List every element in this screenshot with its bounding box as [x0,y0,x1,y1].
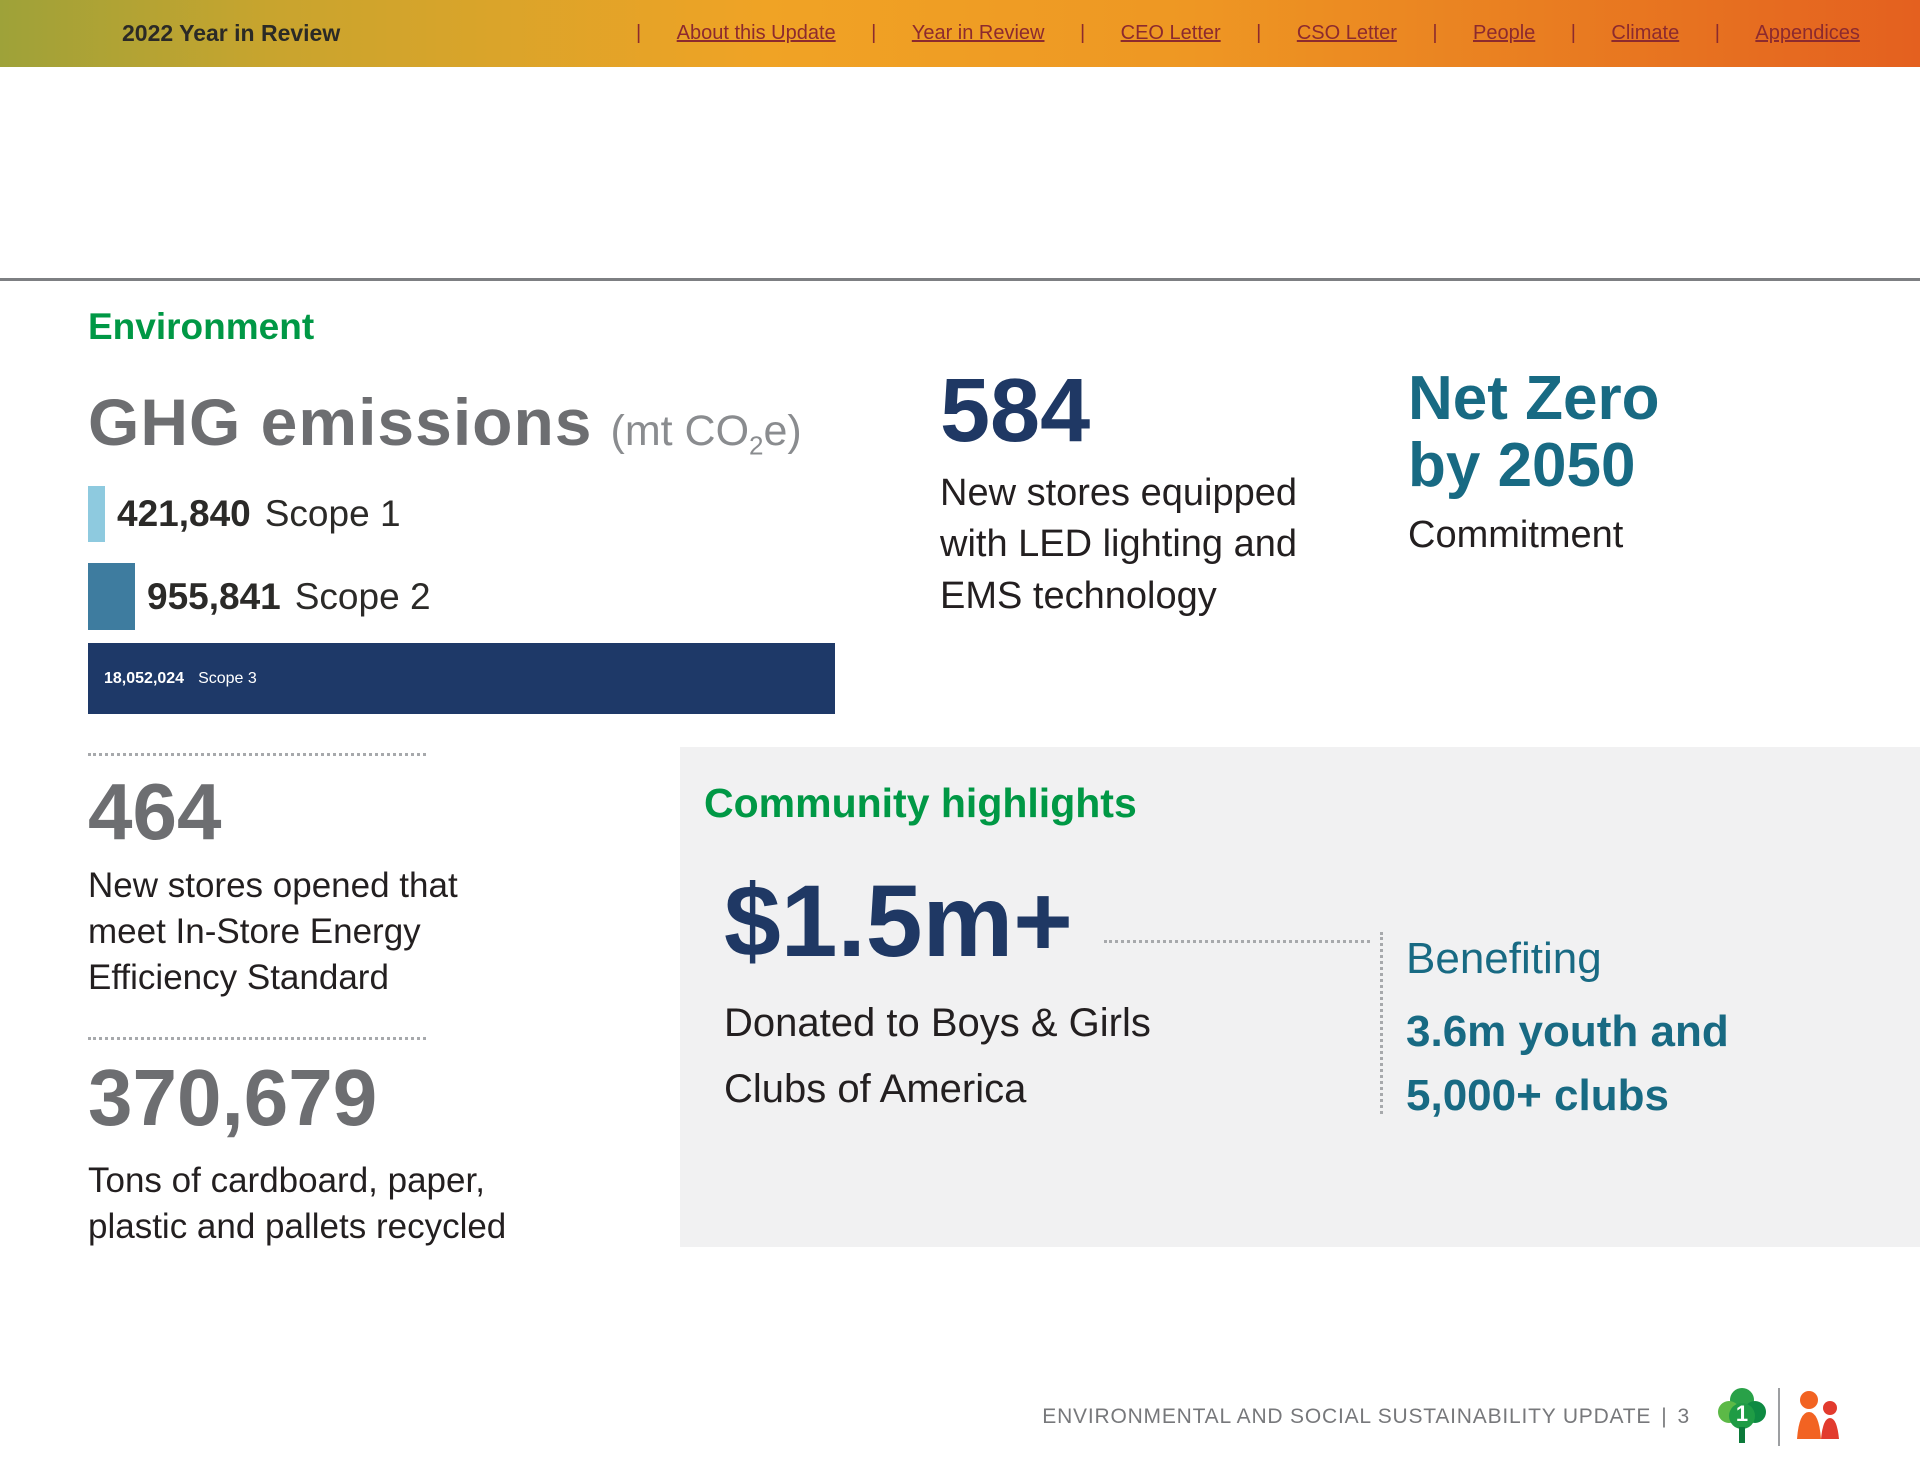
dotted-vertical-divider [1380,932,1383,1114]
footer-separator: | [1661,1405,1667,1428]
stat-led-stores-desc: New stores equipped with LED lighting an… [940,468,1297,622]
stat-recycled-tons-value: 370,679 [88,1058,377,1138]
stat-new-stores-value: 464 [88,772,221,852]
nav-separator: | [871,22,876,45]
nav-separator: | [1080,22,1085,45]
donation-desc: Donated to Boys & Girls Clubs of America [724,990,1151,1123]
nav-link-cso-letter[interactable]: CSO Letter [1297,22,1397,45]
scope-2-category: Scope 2 [295,576,431,617]
logo-divider [1778,1388,1780,1446]
nav-separator: | [1432,22,1437,45]
top-nav-bar: 2022 Year in Review | About this Update … [0,0,1920,67]
nav-link-ceo-letter[interactable]: CEO Letter [1121,22,1221,45]
stat-new-stores-desc: New stores opened that meet In-Store Ene… [88,863,458,1001]
scope-1-bar [88,486,105,542]
report-page: 2022 Year in Review | About this Update … [0,0,1920,1474]
net-zero-title: Net Zero by 2050 [1408,366,1659,500]
ghg-bar-row-scope-2: 955,841 Scope 2 [88,563,431,630]
net-zero-subtitle: Commitment [1408,514,1623,557]
nav-separator: | [1256,22,1261,45]
ghg-unit: (mt CO2e) [611,407,802,455]
scope-2-value: 955,841 [147,576,281,617]
ghg-emissions-heading: GHG emissions [88,385,593,459]
benefiting-label: Benefiting [1406,934,1602,984]
nav-link-climate[interactable]: Climate [1611,22,1679,45]
nav-separator: | [1715,22,1720,45]
nav-link-about-this-update[interactable]: About this Update [677,22,836,45]
ghg-emissions-title: GHG emissions (mt CO2e) [88,384,802,462]
dotted-divider [88,753,426,756]
nav-separator: | [636,22,641,45]
scope-3-category: Scope 3 [198,670,257,688]
dotted-connector [1104,940,1370,943]
footer-report-name: ENVIRONMENTAL AND SOCIAL SUSTAINABILITY … [1042,1405,1651,1428]
report-title: 2022 Year in Review [122,0,340,67]
donation-amount: $1.5m+ [724,870,1073,972]
scope-1-value: 421,840 [117,493,251,534]
nav-separator: | [1571,22,1576,45]
header-divider [0,278,1920,281]
section-label-environment: Environment [88,306,314,348]
brand-logos: 1 [1716,1382,1846,1452]
scope-3-bar: 18,052,024 Scope 3 [88,643,835,714]
community-highlights-title: Community highlights [704,780,1137,827]
dotted-divider [88,1037,426,1040]
footer-title: ENVIRONMENTAL AND SOCIAL SUSTAINABILITY … [1042,1405,1690,1429]
scope-3-value: 18,052,024 [104,670,184,688]
nav-link-appendices[interactable]: Appendices [1755,22,1860,45]
ghg-bar-row-scope-3: 18,052,024 Scope 3 [88,643,835,714]
stat-led-stores-value: 584 [940,366,1090,456]
nav-link-year-in-review[interactable]: Year in Review [912,22,1045,45]
scope-1-label: 421,840 Scope 1 [117,493,401,535]
family-dollar-logo [1790,1385,1846,1449]
scope-2-label: 955,841 Scope 2 [147,576,431,618]
scope-1-category: Scope 1 [265,493,401,534]
ghg-bar-row-scope-1: 421,840 Scope 1 [88,486,401,542]
benefiting-stats: 3.6m youth and 5,000+ clubs [1406,1000,1729,1128]
svg-text:1: 1 [1736,1401,1748,1426]
footer-page-number: 3 [1678,1405,1690,1428]
dollar-tree-logo: 1 [1716,1385,1768,1449]
nav-link-people[interactable]: People [1473,22,1535,45]
stat-recycled-tons-desc: Tons of cardboard, paper, plastic and pa… [88,1158,506,1250]
scope-2-bar [88,563,135,630]
top-nav: | About this Update | Year in Review | C… [636,0,1860,67]
